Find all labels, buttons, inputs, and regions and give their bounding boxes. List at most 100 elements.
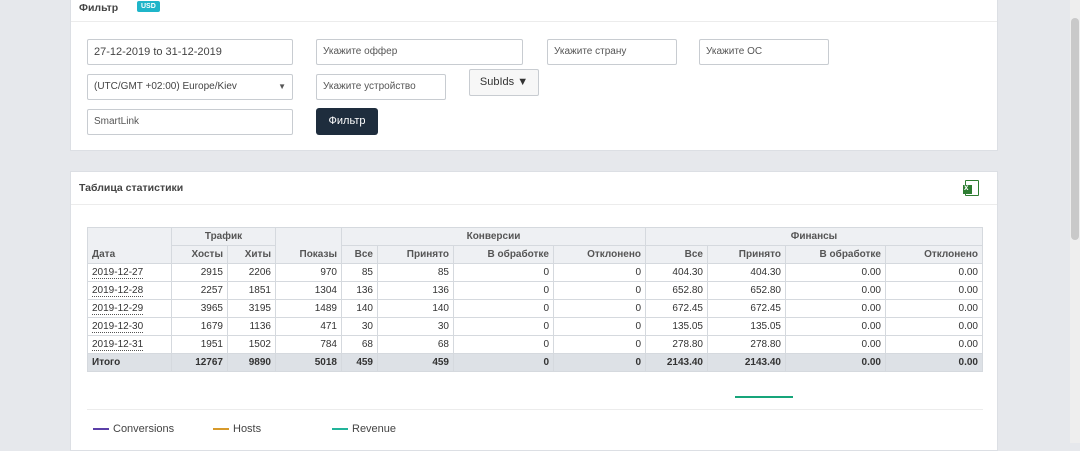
divider <box>71 204 997 205</box>
cell-conv-accepted: 136 <box>377 281 454 300</box>
table-row: 2019-12-27 2915 2206 970 85 85 0 0 404.3… <box>87 263 983 282</box>
cell-conv-all: 68 <box>341 335 378 354</box>
col-header-conv-rejected[interactable]: Отклонено <box>553 245 646 264</box>
revenue-swatch <box>332 428 348 431</box>
date-link[interactable]: 2019-12-31 <box>92 339 144 351</box>
filter-button[interactable]: Фильтр <box>316 108 378 135</box>
hosts-swatch <box>213 428 229 431</box>
total-hits: 9890 <box>227 353 276 372</box>
cell-fin-all: 278.80 <box>645 335 708 354</box>
date-link[interactable]: 2019-12-30 <box>92 321 144 333</box>
cell-fin-all: 672.45 <box>645 299 708 318</box>
timezone-select[interactable]: (UTC/GMT +02:00) Europe/Kiev ▼ <box>87 74 293 100</box>
device-input[interactable]: Укажите устройство <box>316 74 446 100</box>
cell-conv-accepted: 85 <box>377 263 454 282</box>
cell-impressions: 784 <box>275 335 342 354</box>
filter-title: Фильтр <box>79 2 119 14</box>
currency-badge: USD <box>137 1 160 12</box>
cell-impressions: 471 <box>275 317 342 336</box>
total-fin-pending: 0.00 <box>785 353 886 372</box>
table-row: 2019-12-28 2257 1851 1304 136 136 0 0 65… <box>87 281 983 300</box>
subids-button[interactable]: SubIds ▼ <box>469 69 539 96</box>
scrollbar-thumb[interactable] <box>1071 18 1079 240</box>
cell-impressions: 970 <box>275 263 342 282</box>
excel-icon[interactable] <box>963 180 979 196</box>
group-header-conversions: Конверсии <box>341 227 646 246</box>
col-header-impressions[interactable]: Показы <box>275 227 342 264</box>
col-header-conv-pending[interactable]: В обработке <box>453 245 554 264</box>
date-link[interactable]: 2019-12-27 <box>92 267 144 279</box>
col-header-hits[interactable]: Хиты <box>227 245 276 264</box>
cell-hits: 2206 <box>227 263 276 282</box>
cell-hits: 1851 <box>227 281 276 300</box>
highlight-underline <box>735 396 793 398</box>
total-label: Итого <box>87 353 172 372</box>
cell-fin-rejected: 0.00 <box>885 281 983 300</box>
col-header-hosts[interactable]: Хосты <box>171 245 228 264</box>
cell-fin-accepted: 278.80 <box>707 335 786 354</box>
date-range-input[interactable]: 27-12-2019 to 31-12-2019 <box>87 39 293 65</box>
total-impressions: 5018 <box>275 353 342 372</box>
total-hosts: 12767 <box>171 353 228 372</box>
table-row: 2019-12-29 3965 3195 1489 140 140 0 0 67… <box>87 299 983 318</box>
cell-conv-pending: 0 <box>453 299 554 318</box>
cell-fin-pending: 0.00 <box>785 299 886 318</box>
legend-revenue[interactable]: Revenue <box>332 423 396 435</box>
cell-hosts: 2257 <box>171 281 228 300</box>
cell-conv-pending: 0 <box>453 263 554 282</box>
cell-fin-all: 404.30 <box>645 263 708 282</box>
cell-impressions: 1304 <box>275 281 342 300</box>
smartlink-input[interactable]: SmartLink <box>87 109 293 135</box>
col-header-fin-accepted[interactable]: Принято <box>707 245 786 264</box>
group-header-finance: Финансы <box>645 227 983 246</box>
total-fin-all: 2143.40 <box>645 353 708 372</box>
cell-conv-pending: 0 <box>453 335 554 354</box>
cell-fin-rejected: 0.00 <box>885 299 983 318</box>
cell-hits: 3195 <box>227 299 276 318</box>
cell-conv-accepted: 140 <box>377 299 454 318</box>
col-header-fin-all[interactable]: Все <box>645 245 708 264</box>
page-scrollbar[interactable] <box>1070 0 1080 443</box>
cell-fin-all: 135.05 <box>645 317 708 336</box>
total-fin-rejected: 0.00 <box>885 353 983 372</box>
col-header-conv-all[interactable]: Все <box>341 245 378 264</box>
cell-conv-pending: 0 <box>453 317 554 336</box>
os-input[interactable]: Укажите ОС <box>699 39 829 65</box>
date-link[interactable]: 2019-12-29 <box>92 303 144 315</box>
cell-conv-all: 136 <box>341 281 378 300</box>
cell-conv-all: 85 <box>341 263 378 282</box>
table-row: 2019-12-30 1679 1136 471 30 30 0 0 135.0… <box>87 317 983 336</box>
offer-input[interactable]: Укажите оффер <box>316 39 523 65</box>
date-link[interactable]: 2019-12-28 <box>92 285 144 297</box>
legend-label: Hosts <box>233 423 262 435</box>
total-conv-accepted: 459 <box>377 353 454 372</box>
total-row: Итого 12767 9890 5018 459 459 0 0 2143.4… <box>87 353 983 372</box>
cell-conv-all: 30 <box>341 317 378 336</box>
stats-table: Дата Трафик Показы Конверсии Финансы Хос… <box>87 227 983 372</box>
legend-label: Revenue <box>352 423 397 435</box>
country-input[interactable]: Укажите страну <box>547 39 677 65</box>
col-header-fin-pending[interactable]: В обработке <box>785 245 886 264</box>
stats-title: Таблица статистики <box>79 182 184 194</box>
legend-hosts[interactable]: Hosts <box>213 423 261 435</box>
cell-conv-accepted: 30 <box>377 317 454 336</box>
cell-conv-rejected: 0 <box>553 263 646 282</box>
legend-conversions[interactable]: Conversions <box>93 423 174 435</box>
cell-conv-accepted: 68 <box>377 335 454 354</box>
cell-conv-pending: 0 <box>453 281 554 300</box>
cell-conv-rejected: 0 <box>553 281 646 300</box>
cell-hosts: 2915 <box>171 263 228 282</box>
total-conv-rejected: 0 <box>553 353 646 372</box>
cell-hosts: 1679 <box>171 317 228 336</box>
col-header-date[interactable]: Дата <box>87 227 172 264</box>
total-conv-pending: 0 <box>453 353 554 372</box>
cell-hits: 1502 <box>227 335 276 354</box>
cell-fin-accepted: 672.45 <box>707 299 786 318</box>
col-header-conv-accepted[interactable]: Принято <box>377 245 454 264</box>
cell-conv-rejected: 0 <box>553 317 646 336</box>
col-header-fin-rejected[interactable]: Отклонено <box>885 245 983 264</box>
cell-conv-rejected: 0 <box>553 299 646 318</box>
cell-fin-pending: 0.00 <box>785 317 886 336</box>
cell-fin-pending: 0.00 <box>785 335 886 354</box>
conversions-swatch <box>93 428 109 431</box>
